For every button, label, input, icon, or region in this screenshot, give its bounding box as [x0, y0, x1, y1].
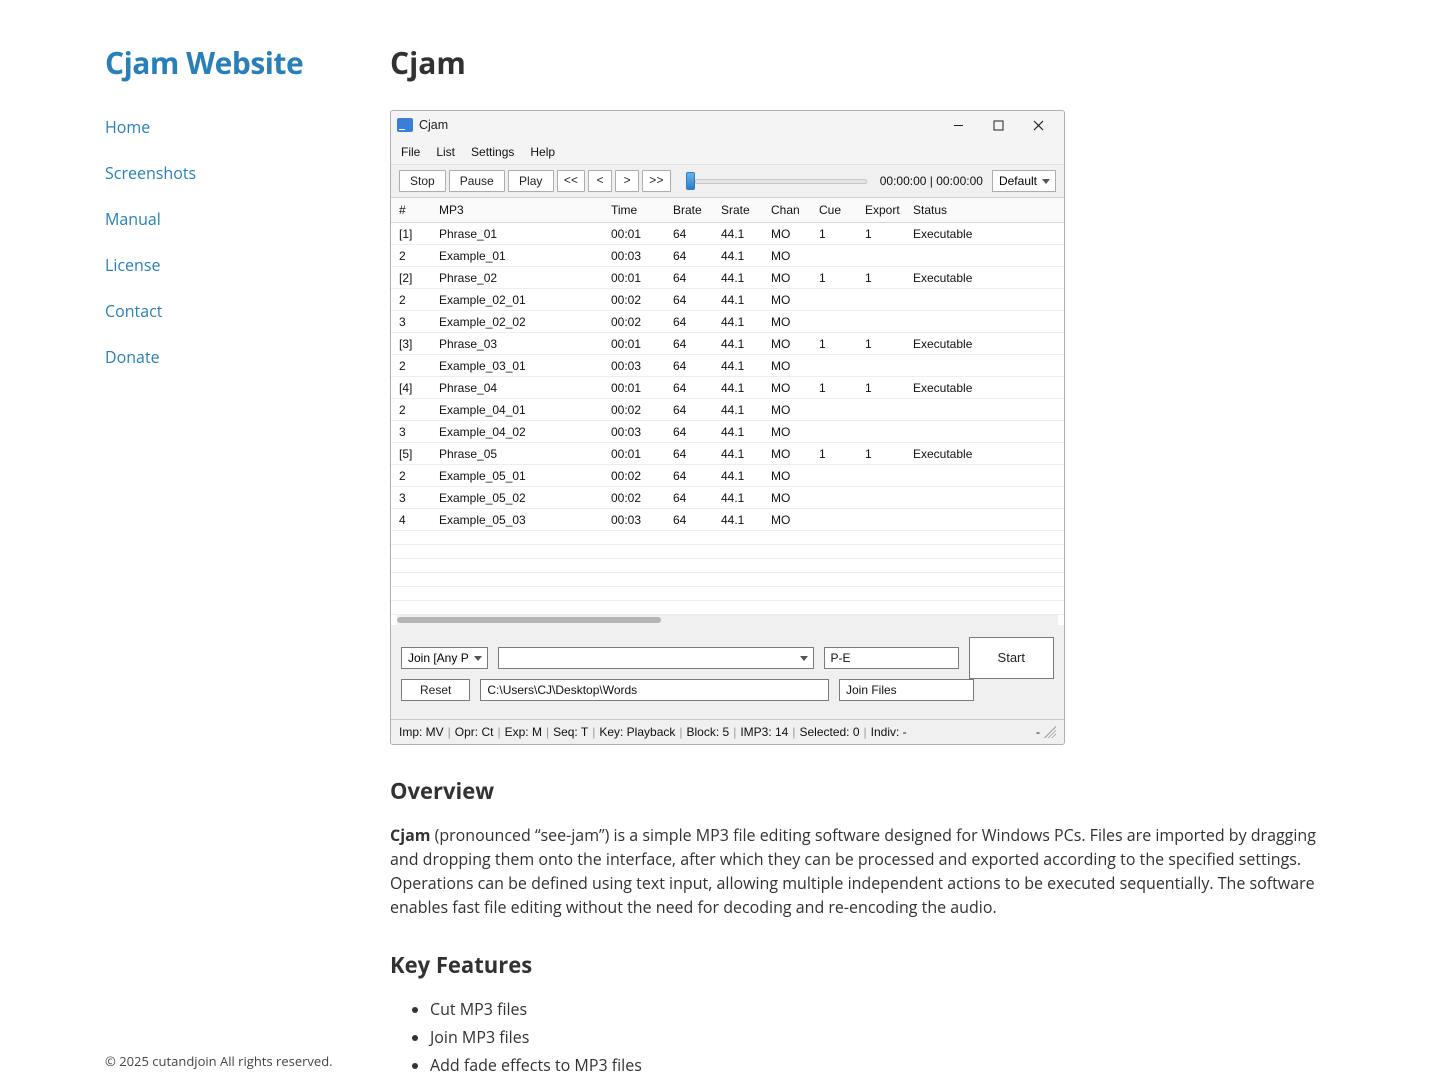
app-title: Cjam: [419, 116, 938, 135]
nav-manual[interactable]: Manual: [105, 208, 161, 230]
join-mode-select[interactable]: Join [Any P: [401, 647, 488, 669]
pe-input[interactable]: P-E: [824, 647, 959, 669]
preset-select[interactable]: Default: [992, 170, 1056, 192]
timecode: 00:00:00 | 00:00:00: [880, 172, 983, 190]
copyright: © 2025 cutandjoin All rights reserved.: [105, 1052, 370, 1072]
status-bar: Imp: MV| Opr: Ct| Exp: M| Seq: T| Key: P…: [391, 719, 1064, 744]
pause-button[interactable]: Pause: [449, 170, 505, 192]
forward-fast-button[interactable]: >>: [642, 170, 670, 192]
horizontal-scrollbar[interactable]: [397, 615, 1058, 625]
nav-screenshots[interactable]: Screenshots: [105, 162, 196, 184]
site-title-link[interactable]: Cjam Website: [105, 42, 303, 83]
rewind-button[interactable]: <: [588, 170, 612, 192]
table-row[interactable]: [4]Phrase_0400:016444.1MO11Executable: [391, 377, 1064, 399]
table-row[interactable]: 4Example_05_0300:036444.1MO: [391, 509, 1064, 531]
table-row[interactable]: 3Example_04_0200:036444.1MO: [391, 421, 1064, 443]
table-row[interactable]: 2Example_03_0100:036444.1MO: [391, 355, 1064, 377]
file-grid[interactable]: # MP3 Time Brate Srate Chan Cue Export S…: [391, 197, 1064, 625]
site-title: Cjam Website: [105, 40, 370, 85]
playback-slider[interactable]: [686, 172, 877, 190]
overview-text: Cjam (pronounced “see-jam”) is a simple …: [390, 823, 1340, 919]
app-screenshot: Cjam File List Settings Help Stop Pau: [390, 110, 1065, 745]
close-button[interactable]: [1018, 112, 1058, 138]
resize-grip-icon[interactable]: [1044, 726, 1056, 738]
reset-button[interactable]: Reset: [401, 679, 470, 701]
table-row[interactable]: 2Example_0100:036444.1MO: [391, 245, 1064, 267]
table-row[interactable]: 3Example_02_0200:026444.1MO: [391, 311, 1064, 333]
table-row[interactable]: 3Example_05_0200:026444.1MO: [391, 487, 1064, 509]
menu-list[interactable]: List: [436, 143, 455, 161]
feature-item: Join MP3 files: [430, 1025, 1340, 1049]
rewind-fast-button[interactable]: <<: [557, 170, 585, 192]
nav-contact[interactable]: Contact: [105, 300, 162, 322]
menu-file[interactable]: File: [401, 143, 420, 161]
table-row[interactable]: 2Example_02_0100:026444.1MO: [391, 289, 1064, 311]
feature-item: Cut MP3 files: [430, 997, 1340, 1021]
joinfiles-input[interactable]: Join Files: [839, 679, 974, 701]
minimize-button[interactable]: [938, 112, 978, 138]
menu-settings[interactable]: Settings: [471, 143, 514, 161]
forward-button[interactable]: >: [615, 170, 639, 192]
command-input[interactable]: [498, 647, 814, 669]
table-row[interactable]: 2Example_05_0100:026444.1MO: [391, 465, 1064, 487]
page-heading: Cjam: [390, 40, 1340, 85]
menu-help[interactable]: Help: [530, 143, 555, 161]
overview-heading: Overview: [390, 775, 1340, 808]
features-list: Cut MP3 files Join MP3 files Add fade ef…: [390, 997, 1340, 1077]
features-heading: Key Features: [390, 949, 1340, 982]
play-button[interactable]: Play: [508, 170, 554, 192]
site-nav: Home Screenshots Manual License Contact …: [105, 115, 370, 391]
nav-license[interactable]: License: [105, 254, 160, 276]
table-row[interactable]: [5]Phrase_0500:016444.1MO11Executable: [391, 443, 1064, 465]
nav-home[interactable]: Home: [105, 116, 150, 138]
table-row[interactable]: [1]Phrase_0100:016444.1MO11Executable: [391, 223, 1064, 245]
feature-item: Add fade effects to MP3 files: [430, 1053, 1340, 1077]
table-row[interactable]: [3]Phrase_0300:016444.1MO11Executable: [391, 333, 1064, 355]
stop-button[interactable]: Stop: [399, 170, 446, 192]
output-path-input[interactable]: C:\Users\CJ\Desktop\Words: [480, 679, 829, 701]
app-icon: [397, 118, 413, 132]
start-button[interactable]: Start: [969, 637, 1054, 679]
table-row[interactable]: [2]Phrase_0200:016444.1MO11Executable: [391, 267, 1064, 289]
nav-donate[interactable]: Donate: [105, 346, 160, 368]
grid-header: # MP3 Time Brate Srate Chan Cue Export S…: [391, 198, 1064, 223]
maximize-button[interactable]: [978, 112, 1018, 138]
table-row[interactable]: 2Example_04_0100:026444.1MO: [391, 399, 1064, 421]
